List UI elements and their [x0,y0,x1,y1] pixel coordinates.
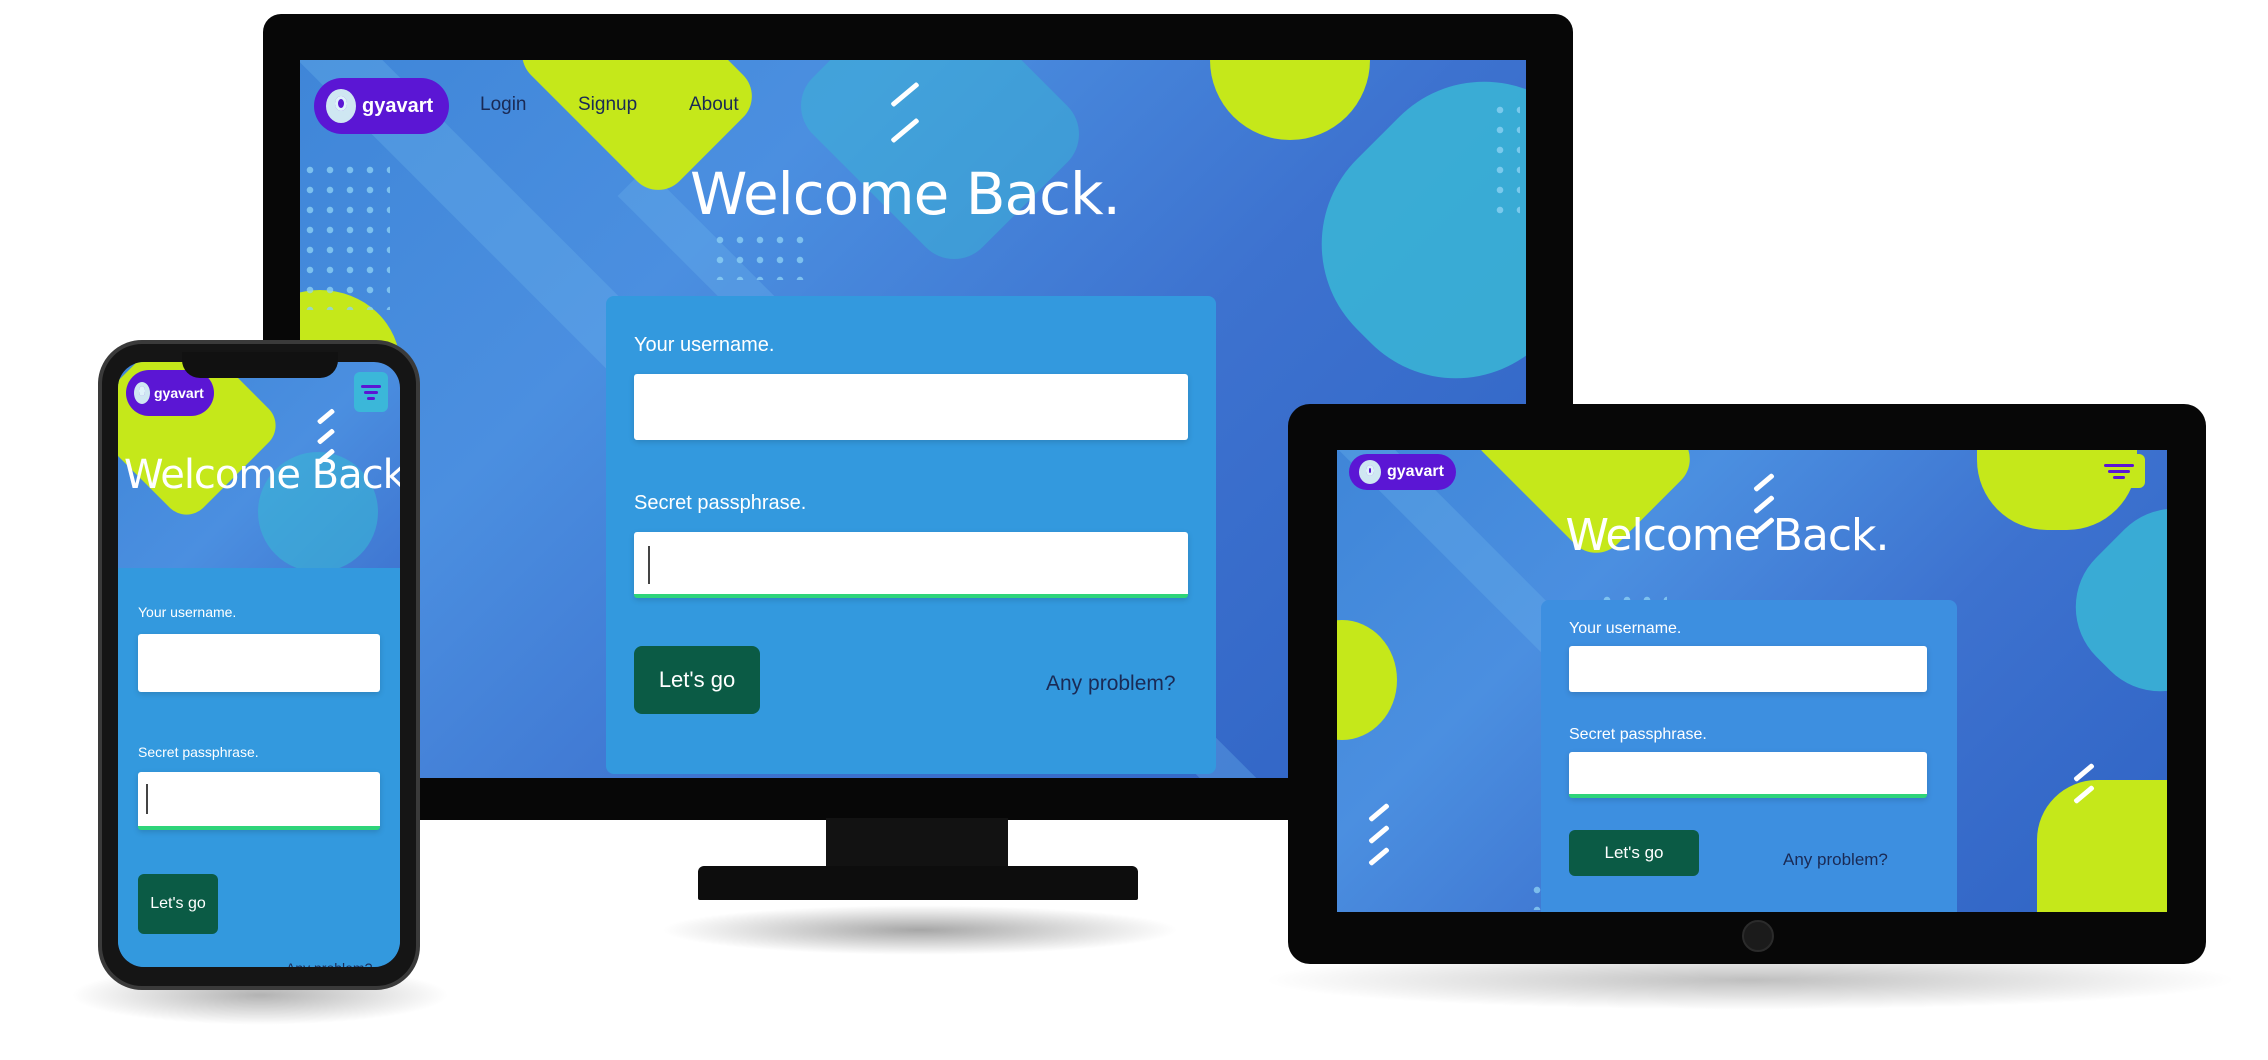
username-label: Your username. [634,334,775,356]
username-input[interactable] [634,374,1188,440]
astronaut-logo-icon [134,382,150,404]
any-problem-link[interactable]: Any problem? [1783,850,1888,870]
tablet-home-button [1742,920,1774,952]
password-label: Secret passphrase. [1569,726,1707,743]
brand-name: gyavart [1387,463,1444,480]
text-caret [648,546,650,584]
lets-go-button[interactable]: Let's go [634,646,760,714]
login-card: Your username. Secret passphrase. Let's … [606,296,1216,774]
nav-signup-link[interactable]: Signup [578,94,637,116]
bg-lime-shape [1210,60,1370,140]
astronaut-logo-icon [326,89,356,123]
login-card: Your username. Secret passphrase. Let's … [1541,600,1957,912]
bg-dots [300,160,390,310]
monitor-stand-base [698,866,1138,900]
bg-lime-shape [2037,780,2167,912]
nav-login-link[interactable]: Login [480,94,527,116]
bg-dash [1368,802,1390,823]
bg-dash [1368,824,1390,845]
username-input[interactable] [1569,646,1927,692]
bg-dash [316,428,336,445]
filter-menu-icon[interactable] [2093,454,2145,488]
any-problem-link[interactable]: Any problem? [286,960,372,967]
bg-dash [316,408,336,425]
bg-dots [1490,100,1520,220]
bg-dots [710,230,810,280]
bg-dash [1753,472,1775,493]
bg-lime-shape [1337,620,1397,740]
page-title: Welcome Back. [124,452,400,498]
text-caret [146,784,148,814]
any-problem-link[interactable]: Any problem? [1046,672,1176,696]
page-title: Welcome Back. [690,160,1121,228]
password-input[interactable] [1569,752,1927,798]
username-label: Your username. [1569,620,1682,637]
brand-logo[interactable]: gyavart [1349,454,1456,490]
lets-go-button[interactable]: Let's go [1569,830,1699,876]
username-input[interactable] [138,634,380,692]
astronaut-logo-icon [1359,460,1381,484]
login-card: Your username. Secret passphrase. Let's … [118,568,400,967]
bg-dash [1368,846,1390,867]
monitor-shadow [660,905,1180,955]
password-input[interactable] [634,532,1188,598]
password-label: Secret passphrase. [138,744,259,760]
tablet-screen: gyavart Welcome Back. Your username. Sec… [1337,450,2167,912]
nav-about-link[interactable]: About [689,94,739,116]
brand-name: gyavart [154,385,204,401]
brand-logo[interactable]: gyavart [314,78,450,134]
page-title: Welcome Back. [1565,510,1889,561]
phone-notch [182,352,338,378]
lets-go-button[interactable]: Let's go [138,874,218,934]
password-label: Secret passphrase. [634,492,807,514]
phone-screen: gyavart Welcome Back. Your username. Sec… [118,362,400,967]
password-input[interactable] [138,772,380,830]
username-label: Your username. [138,604,237,620]
filter-menu-icon[interactable] [354,372,388,412]
brand-name: gyavart [362,94,434,117]
